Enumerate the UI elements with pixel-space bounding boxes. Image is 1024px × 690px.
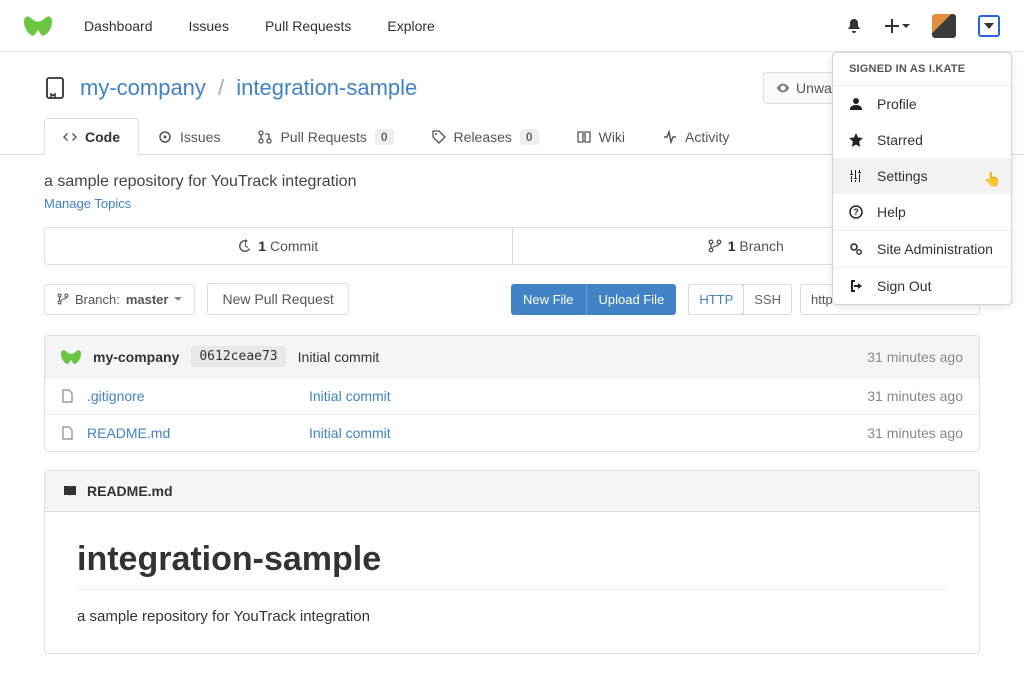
readme-header: README.md [45,471,979,512]
tab-pulls[interactable]: Pull Requests 0 [239,118,412,155]
branch-icon [57,293,69,305]
commit-time: 31 minutes ago [867,349,963,365]
history-icon [238,239,252,253]
proto-ssh[interactable]: SSH [743,285,791,314]
dd-settings[interactable]: Settings 👆 [833,158,1011,194]
file-icon [61,389,75,403]
commits-stat[interactable]: 1 Commit [45,228,512,264]
breadcrumb-repo[interactable]: integration-sample [236,75,417,100]
create-menu[interactable] [884,18,910,34]
caret-down-icon [902,24,910,28]
commit-sha[interactable]: 0612ceae73 [191,346,285,367]
releases-count-badge: 0 [520,129,539,145]
dd-profile-label: Profile [877,96,917,112]
dd-help[interactable]: ? Help [833,194,1011,230]
branch-icon [708,239,722,253]
nav-explore[interactable]: Explore [387,18,434,34]
gears-icon [849,242,863,256]
dd-starred-label: Starred [877,132,923,148]
branch-name: master [126,292,169,307]
file-icon [61,426,75,440]
commit-message: Initial commit [298,349,380,365]
tag-icon [432,130,446,144]
dd-settings-label: Settings [877,168,928,184]
tab-issues-label: Issues [180,129,220,145]
nav-dashboard[interactable]: Dashboard [84,18,153,34]
code-icon [63,130,77,144]
brand-logo-icon [61,350,81,364]
dd-help-label: Help [877,204,906,220]
sign-out-icon [849,279,863,293]
dd-starred[interactable]: Starred [833,122,1011,158]
latest-commit-row: my-company 0612ceae73 Initial commit 31 … [45,336,979,377]
nav-pulls[interactable]: Pull Requests [265,18,351,34]
plus-icon [884,18,900,34]
activity-icon [663,130,677,144]
tab-code-label: Code [85,129,120,145]
dd-site-admin-label: Site Administration [877,241,993,257]
file-time: 31 minutes ago [867,388,963,404]
book-icon [63,484,77,498]
eye-icon [776,81,790,95]
tab-releases[interactable]: Releases 0 [413,118,558,155]
dd-sign-out[interactable]: Sign Out [833,268,1011,304]
tab-pulls-label: Pull Requests [280,129,366,145]
user-menu-toggle[interactable] [978,15,1000,37]
new-pr-button[interactable]: New Pull Request [207,283,348,315]
file-name[interactable]: README.md [87,425,297,441]
repo-icon [44,76,68,100]
brand-logo-icon[interactable] [24,16,52,36]
tab-wiki[interactable]: Wiki [558,118,644,155]
pulls-count-badge: 0 [375,129,394,145]
protocol-toggle: HTTP SSH [688,284,792,315]
svg-text:?: ? [853,207,859,217]
dd-profile[interactable]: Profile [833,86,1011,122]
proto-http[interactable]: HTTP [688,284,744,315]
caret-down-icon [984,23,994,29]
sliders-icon [849,169,863,183]
user-dropdown: SIGNED IN AS I.KATE Profile Starred Sett… [832,52,1012,305]
file-commit-msg[interactable]: Initial commit [309,388,391,404]
bell-icon[interactable] [846,18,862,34]
help-icon: ? [849,205,863,219]
breadcrumb: my-company / integration-sample [80,75,417,101]
pull-icon [258,130,272,144]
dd-sign-out-label: Sign Out [877,278,931,294]
tab-releases-label: Releases [454,129,512,145]
file-time: 31 minutes ago [867,425,963,441]
tab-wiki-label: Wiki [599,129,625,145]
branch-selector[interactable]: Branch: master [44,284,195,315]
new-file-button[interactable]: New File [511,284,587,315]
breadcrumb-sep: / [218,75,224,100]
breadcrumb-owner[interactable]: my-company [80,75,206,100]
avatar[interactable] [932,14,956,38]
readme-title: integration-sample [77,540,947,590]
star-icon [849,133,863,147]
file-listing: my-company 0612ceae73 Initial commit 31 … [44,335,980,452]
readme-panel: README.md integration-sample a sample re… [44,470,980,654]
user-icon [849,97,863,111]
tab-issues[interactable]: Issues [139,118,239,155]
file-commit-msg[interactable]: Initial commit [309,425,391,441]
tab-code[interactable]: Code [44,118,139,155]
file-row: .gitignore Initial commit 31 minutes ago [45,377,979,414]
commit-author[interactable]: my-company [93,349,179,365]
tab-activity[interactable]: Activity [644,118,748,155]
book-icon [577,130,591,144]
cursor-icon: 👆 [984,171,1001,188]
readme-filename: README.md [87,483,173,499]
signed-in-as: SIGNED IN AS I.KATE [833,53,1011,86]
nav-issues[interactable]: Issues [189,18,229,34]
file-name[interactable]: .gitignore [87,388,297,404]
readme-text: a sample repository for YouTrack integra… [77,608,947,625]
dd-site-admin[interactable]: Site Administration [833,231,1011,267]
issue-icon [158,130,172,144]
upload-file-button[interactable]: Upload File [587,284,677,315]
branch-prefix: Branch: [75,292,120,307]
file-row: README.md Initial commit 31 minutes ago [45,414,979,451]
top-nav: Dashboard Issues Pull Requests Explore S… [0,0,1024,52]
caret-down-icon [174,297,182,301]
tab-activity-label: Activity [685,129,729,145]
manage-topics-link[interactable]: Manage Topics [44,196,131,211]
